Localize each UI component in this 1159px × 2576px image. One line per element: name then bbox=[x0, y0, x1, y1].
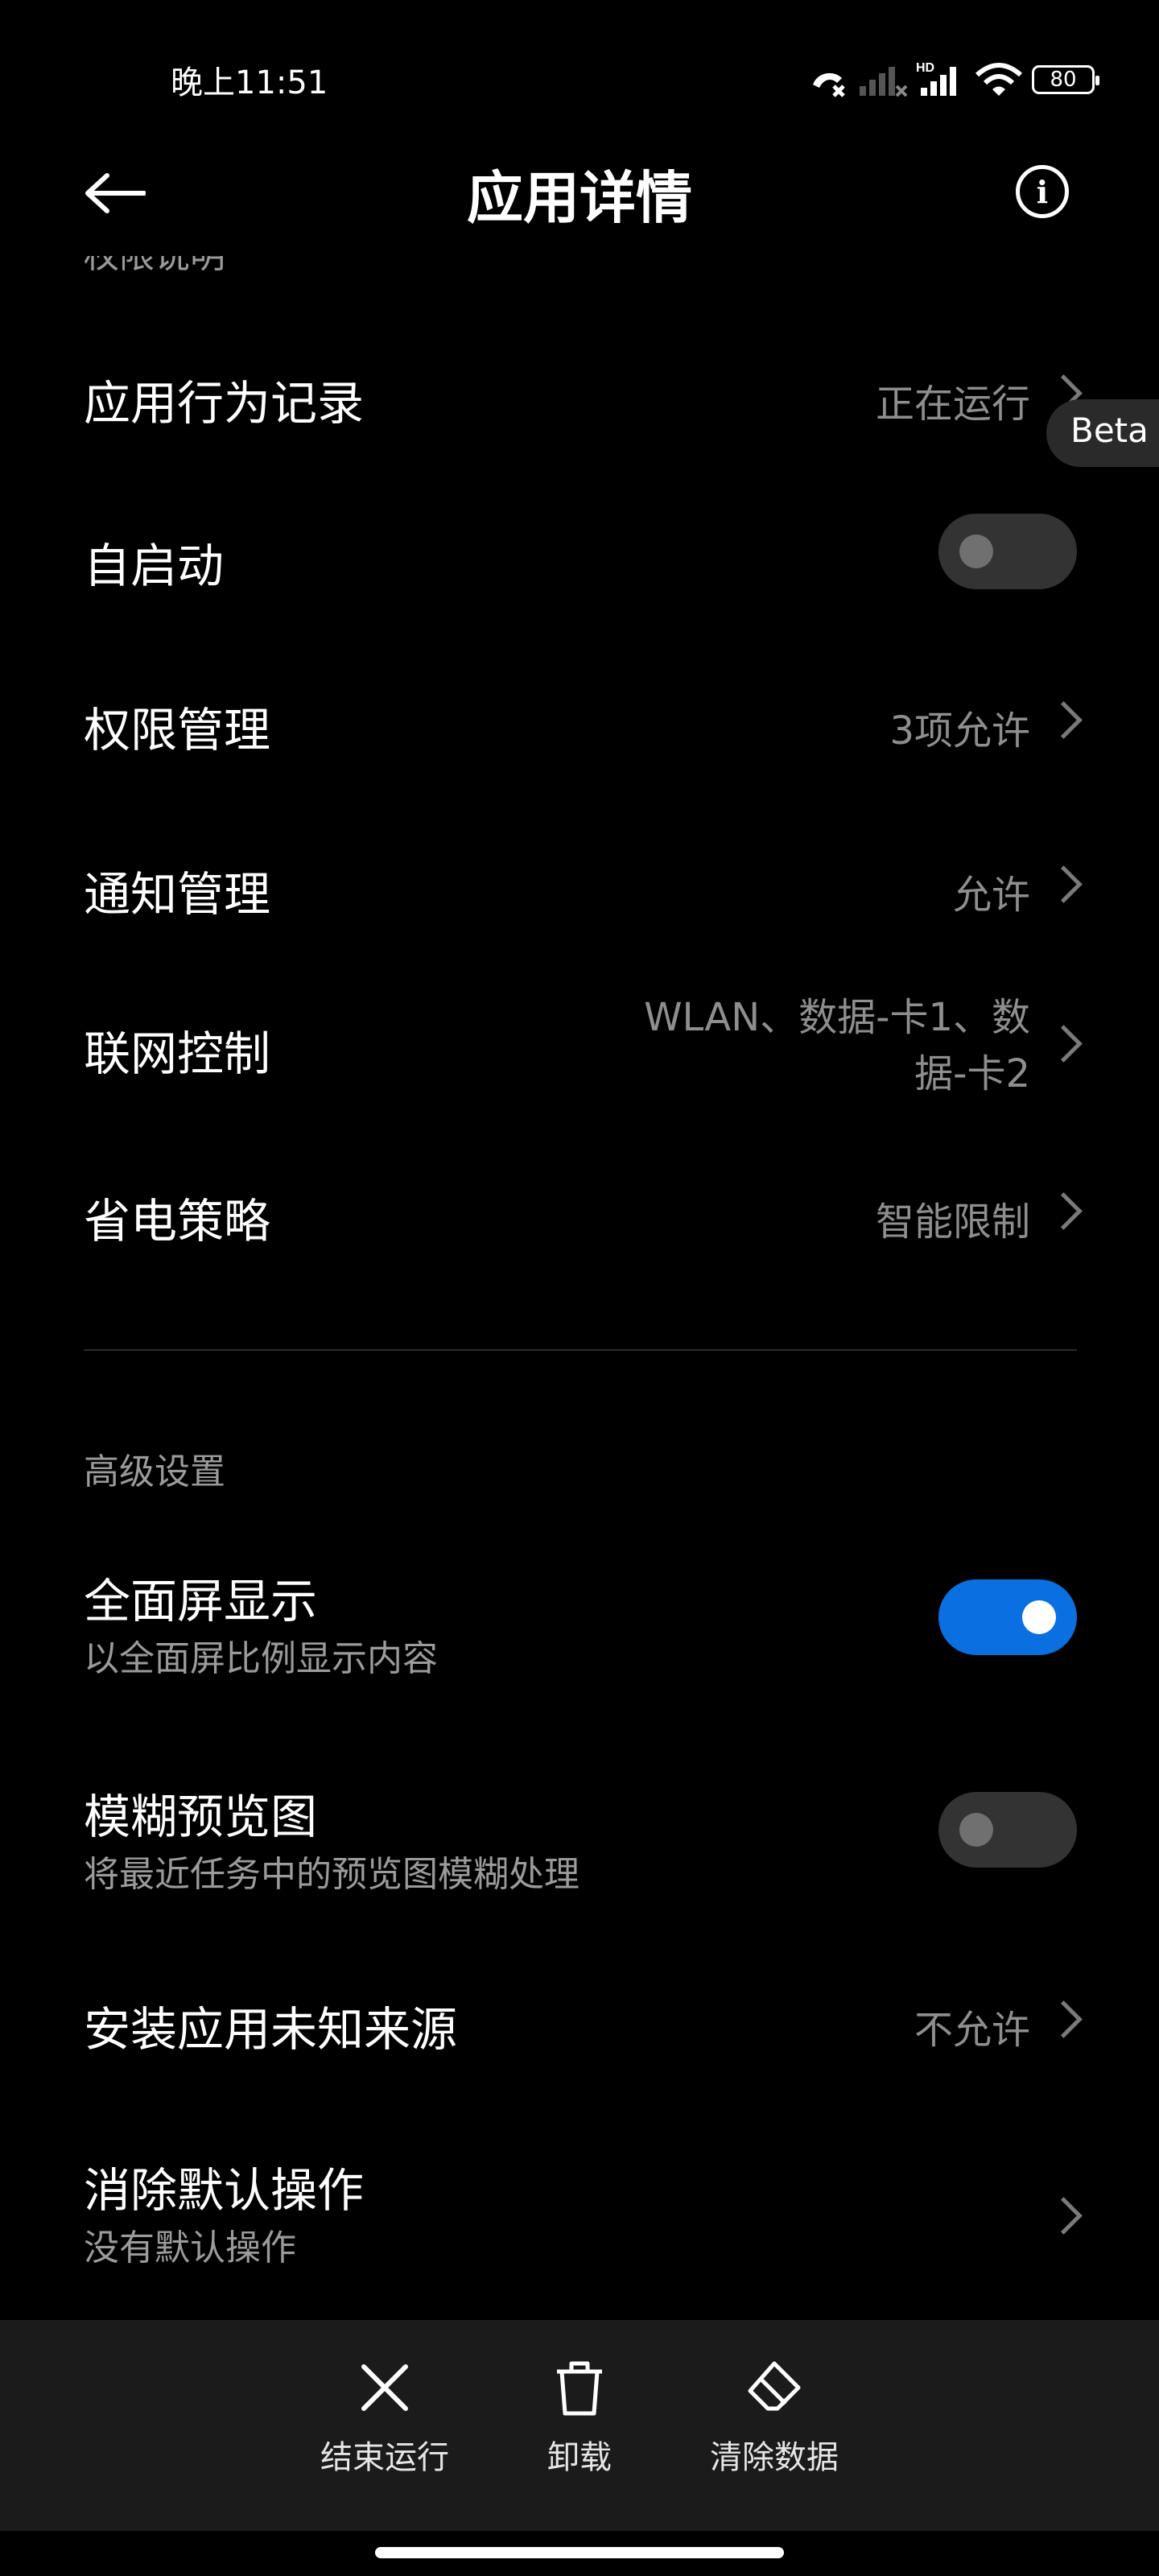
svg-text:HD: HD bbox=[916, 61, 934, 75]
row-app-behavior-log[interactable]: 应用行为记录 正在运行 bbox=[0, 338, 1159, 443]
row-title: 安装应用未知来源 bbox=[84, 2002, 458, 2057]
autostart-toggle[interactable] bbox=[938, 514, 1077, 589]
battery-level: 80 bbox=[1050, 68, 1077, 92]
home-indicator[interactable] bbox=[375, 2547, 784, 2558]
beta-label: Beta bbox=[1070, 411, 1149, 450]
row-value-line1: WLAN、数据-卡1、数 bbox=[644, 995, 1030, 1040]
row-title: 权限管理 bbox=[84, 703, 271, 758]
row-permission-management[interactable]: 权限管理 3项允许 bbox=[0, 665, 1159, 770]
row-title: 消除默认操作 bbox=[84, 2163, 365, 2218]
row-subtitle: 以全面屏比例显示内容 bbox=[84, 1638, 438, 1679]
toggle-knob bbox=[959, 535, 993, 568]
row-subtitle: 没有默认操作 bbox=[84, 2227, 296, 2268]
chevron-right-icon bbox=[1045, 865, 1083, 903]
row-blur-preview[interactable]: 模糊预览图 将最近任务中的预览图模糊处理 bbox=[0, 1758, 1159, 1903]
hd-signal-icon: HD bbox=[916, 61, 956, 96]
action-label: 卸载 bbox=[547, 2439, 612, 2476]
row-install-unknown-sources[interactable]: 安装应用未知来源 不允许 bbox=[0, 1972, 1159, 2077]
battery-icon: 80 bbox=[1032, 65, 1099, 94]
toggle-knob bbox=[1022, 1600, 1056, 1634]
fullscreen-toggle[interactable] bbox=[938, 1579, 1077, 1655]
wifi-icon bbox=[975, 63, 1022, 96]
section-divider bbox=[84, 1349, 1077, 1351]
info-button[interactable]: i bbox=[1016, 165, 1069, 218]
row-value-line2: 据-卡2 bbox=[914, 1051, 1030, 1096]
row-value: 不允许 bbox=[914, 2008, 1030, 2053]
partial-scrolled-text: 权限说明 bbox=[84, 256, 225, 280]
section-header-advanced: 高级设置 bbox=[84, 1451, 225, 1492]
row-title: 联网控制 bbox=[84, 1026, 271, 1081]
chevron-right-icon bbox=[1045, 1192, 1083, 1230]
clear-data-button[interactable]: 清除数据 bbox=[694, 2359, 855, 2478]
row-title: 省电策略 bbox=[84, 1194, 271, 1249]
force-stop-button[interactable]: 结束运行 bbox=[304, 2359, 465, 2478]
row-clear-defaults[interactable]: 消除默认操作 没有默认操作 bbox=[0, 2133, 1159, 2278]
row-title: 应用行为记录 bbox=[84, 376, 365, 431]
blur-preview-toggle[interactable] bbox=[938, 1792, 1077, 1868]
chevron-right-icon bbox=[1045, 1025, 1083, 1063]
action-label: 清除数据 bbox=[710, 2439, 839, 2476]
row-title: 通知管理 bbox=[84, 867, 271, 922]
close-icon bbox=[361, 2364, 408, 2411]
row-autostart[interactable]: 自启动 bbox=[0, 501, 1159, 605]
row-network-control[interactable]: 联网控制 WLAN、数据-卡1、数 据-卡2 bbox=[0, 974, 1159, 1111]
trash-icon bbox=[557, 2361, 602, 2416]
eraser-icon bbox=[748, 2361, 801, 2411]
action-label: 结束运行 bbox=[320, 2439, 449, 2476]
row-value: 3项允许 bbox=[889, 708, 1030, 753]
chevron-right-icon bbox=[1045, 2197, 1083, 2235]
signal-no-service-icon bbox=[860, 67, 908, 97]
call-forwarding-icon bbox=[813, 72, 845, 97]
row-value: 允许 bbox=[952, 873, 1030, 918]
row-subtitle: 将最近任务中的预览图模糊处理 bbox=[84, 1854, 580, 1895]
row-title: 全面屏显示 bbox=[84, 1574, 318, 1629]
row-value: 正在运行 bbox=[875, 382, 1030, 427]
row-power-saving[interactable]: 省电策略 智能限制 bbox=[0, 1156, 1159, 1261]
info-icon: i bbox=[1036, 173, 1049, 210]
toggle-knob bbox=[959, 1813, 993, 1847]
status-time: 晚上11:51 bbox=[171, 64, 328, 101]
uninstall-button[interactable]: 卸载 bbox=[499, 2359, 660, 2478]
chevron-right-icon bbox=[1045, 701, 1083, 739]
row-notification-management[interactable]: 通知管理 允许 bbox=[0, 829, 1159, 934]
status-icons: HD 80 bbox=[808, 60, 1099, 100]
row-fullscreen-display[interactable]: 全面屏显示 以全面屏比例显示内容 bbox=[0, 1542, 1159, 1687]
row-title: 自启动 bbox=[84, 539, 225, 593]
chevron-right-icon bbox=[1045, 2000, 1083, 2038]
row-value: 智能限制 bbox=[875, 1199, 1030, 1245]
row-title: 模糊预览图 bbox=[84, 1790, 318, 1844]
page-title: 应用详情 bbox=[467, 165, 692, 231]
